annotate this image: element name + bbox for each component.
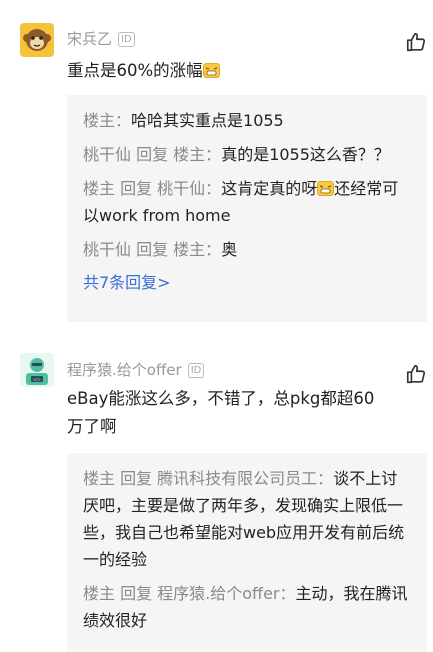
reply-item[interactable]: 楼主 回复 程序猿.给个offer：主动，我在腾讯绩效很好 [83,580,412,634]
reply-text: 真的是1055这么香？？ [221,145,390,164]
author-name[interactable]: 宋兵乙 [67,29,112,49]
reply-item[interactable]: 桃干仙 回复 楼主：奥 [83,236,412,263]
reply-item[interactable]: 楼主 回复 腾讯科技有限公司员工：谈不上讨厌吧，主要是做了两年多，发现确实上限低… [83,465,412,573]
reply-item[interactable]: 楼主：哈哈其实重点是1055 [83,107,412,134]
grin-emoji-icon [317,177,335,196]
thumbs-up-icon[interactable] [405,31,427,53]
id-badge: ID [118,31,135,47]
reply-author[interactable]: 楼主 回复 程序猿.给个offer： [83,584,296,603]
reply-list: 楼主：哈哈其实重点是1055 桃干仙 回复 楼主：真的是1055这么香？？ 楼主… [67,95,427,322]
thumbs-up-icon[interactable] [405,363,427,385]
reply-text: 哈哈其实重点是1055 [131,111,284,130]
reply-text: 这肯定真的呀 [221,179,318,198]
reply-text: 奥 [221,240,238,259]
reply-author[interactable]: 楼主 回复 腾讯科技有限公司员工： [83,469,333,488]
grin-emoji-icon [202,59,220,78]
reply-author[interactable]: 桃干仙 回复 楼主： [83,145,221,164]
reply-author[interactable]: 桃干仙 回复 楼主： [83,240,221,259]
id-badge: ID [187,362,205,378]
avatar[interactable] [20,23,54,57]
more-replies-link[interactable]: 共7条回复> [83,270,412,296]
author-row: 程序猿.给个offer ID [67,360,205,380]
author-row: 宋兵乙 ID [67,29,135,49]
reply-item[interactable]: 楼主 回复 桃干仙：这肯定真的呀 还经常可以work from home [83,175,412,229]
author-name[interactable]: 程序猿.给个offer [67,360,182,380]
avatar[interactable]: </> [20,353,54,387]
comment-text: eBay能涨这么多，不错了，总pkg都超60万了啊 [67,389,375,436]
reply-item[interactable]: 桃干仙 回复 楼主：真的是1055这么香？？ [83,141,412,168]
reply-author[interactable]: 楼主 回复 桃干仙： [83,179,221,198]
reply-author[interactable]: 楼主： [83,111,131,130]
reply-list: 楼主 回复 腾讯科技有限公司员工：谈不上讨厌吧，主要是做了两年多，发现确实上限低… [67,453,427,652]
comment-text: 重点是60%的涨幅 [67,57,387,85]
svg-text:</>: </> [33,377,41,382]
